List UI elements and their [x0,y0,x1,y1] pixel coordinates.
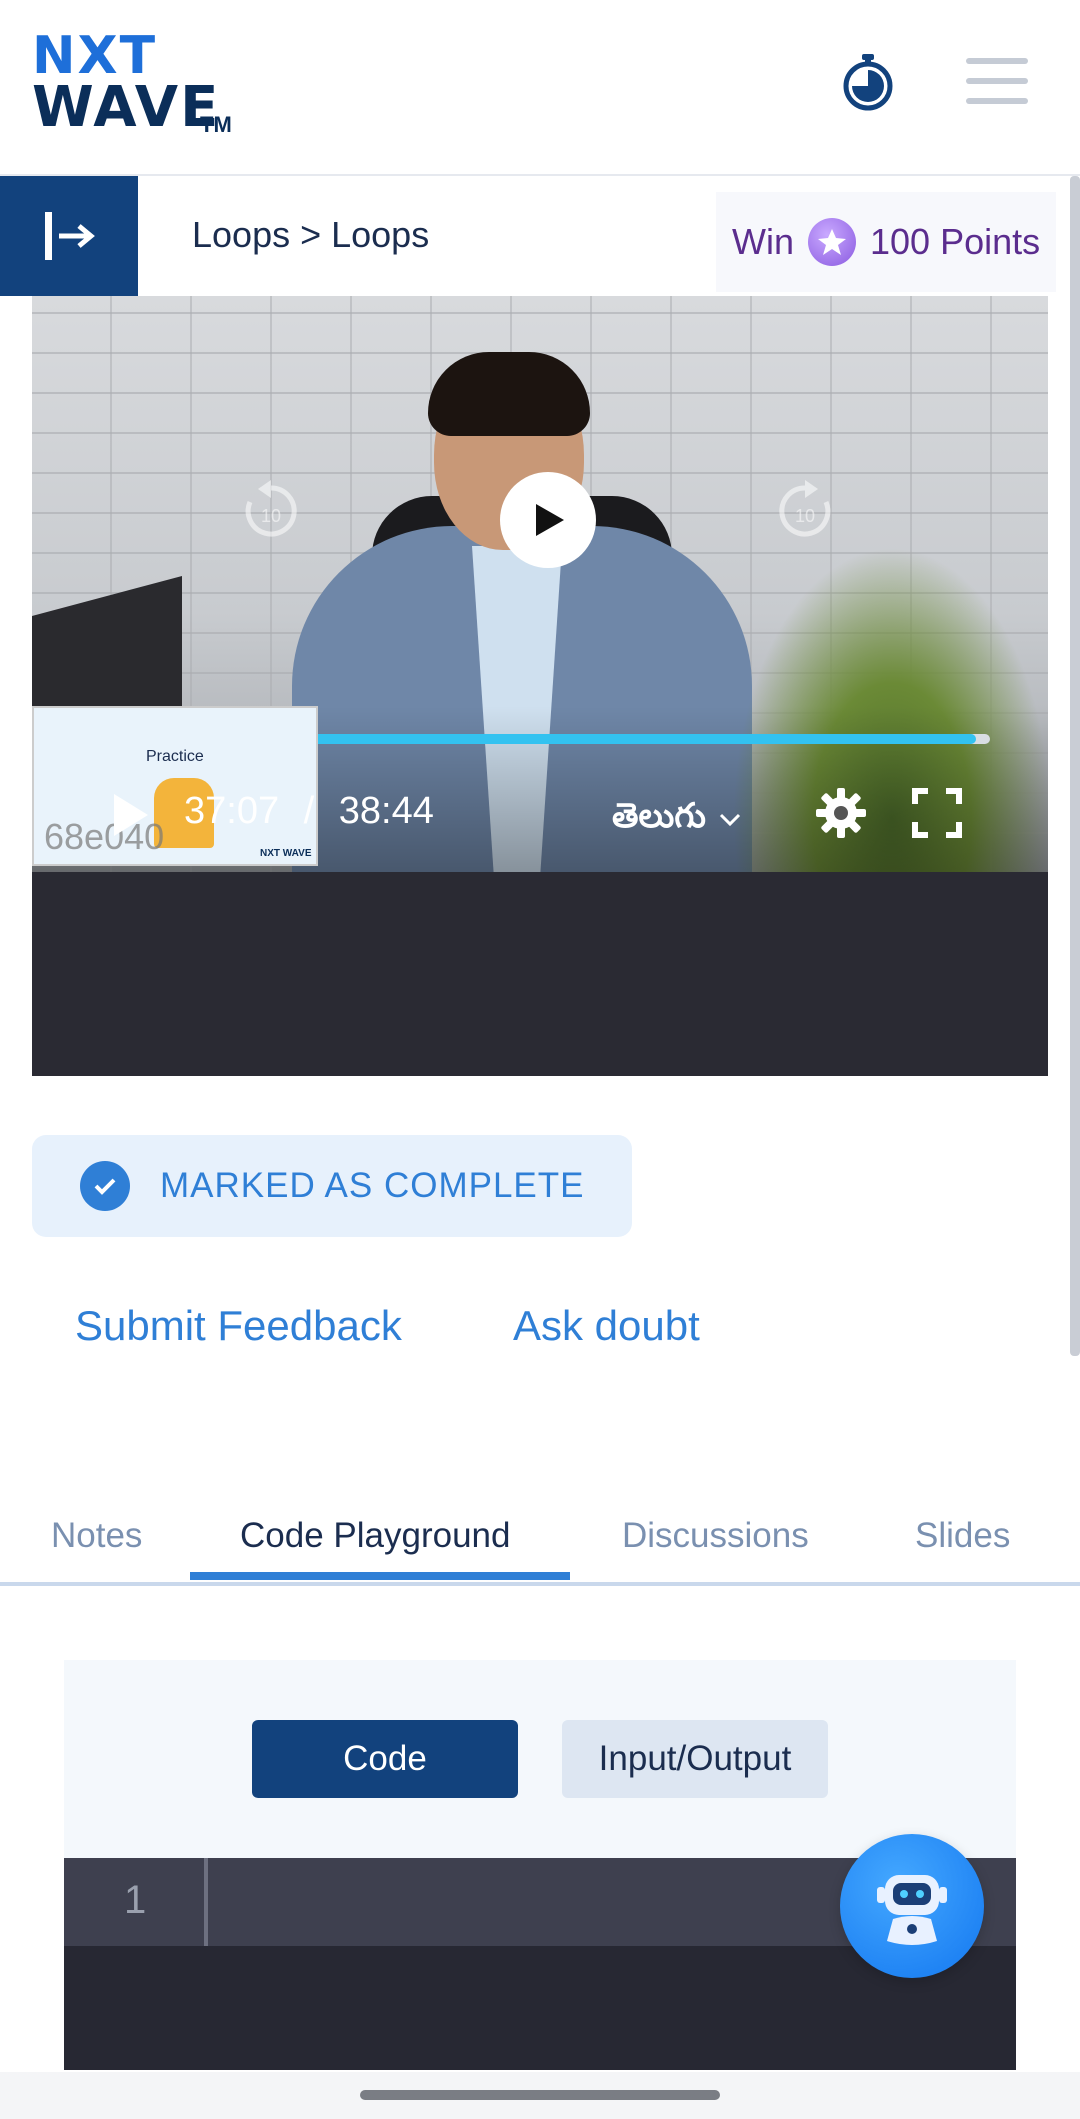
play-icon [536,504,564,536]
reward-points-badge: Win 100 Points [716,192,1056,292]
input-output-tab-button[interactable]: Input/Output [562,1720,828,1798]
check-circle-icon [80,1161,130,1211]
tab-discussions[interactable]: Discussions [622,1516,809,1556]
tab-slides[interactable]: Slides [915,1516,1010,1556]
breadcrumb: Loops > Loops [192,214,430,255]
language-selector[interactable]: తెలుగు [612,796,742,844]
code-tab-button[interactable]: Code [252,1720,518,1798]
stopwatch-icon[interactable] [838,52,898,112]
expand-sidebar-icon [45,212,95,260]
video-player[interactable]: 10 10 Practice NXT WAVE 68e040 37:07 / 3… [32,296,1048,1076]
chevron-down-icon [719,813,740,827]
app-header: NXT WAVE TM [0,0,1080,176]
language-label: తెలుగు [612,796,706,836]
gutter-divider [204,1858,208,1946]
thumbnail-logo: NXT WAVE [260,848,312,859]
time-separator: / [303,790,315,832]
robot-icon [877,1875,947,1945]
breadcrumb-bar: Loops > Loops Win 100 Points [0,176,1080,296]
marked-as-complete-button[interactable]: MARKED AS COMPLETE [32,1135,632,1237]
sidebar-toggle-button[interactable] [0,176,138,296]
points-label: 100 Points [870,221,1041,262]
video-time: 37:07 / 38:44 [184,790,434,833]
tab-code-playground[interactable]: Code Playground [240,1516,510,1556]
star-coin-icon [808,218,856,266]
play-icon[interactable] [110,792,150,838]
content-tabs: Notes Code Playground Discussions Slides [0,1496,1080,1586]
page-scrollbar[interactable] [1070,176,1080,1356]
logo-bottom-text: WAVE [32,75,221,140]
active-tab-indicator [190,1572,570,1580]
win-label: Win [732,221,794,262]
nxtwave-logo[interactable]: NXT WAVE TM [32,30,242,140]
big-play-button[interactable] [500,472,596,568]
logo-trademark: TM [200,112,232,137]
settings-gear-icon[interactable] [814,786,868,840]
complete-label: MARKED AS COMPLETE [160,1166,585,1205]
tab-notes[interactable]: Notes [51,1516,142,1556]
duration: 38:44 [338,790,434,832]
page: NXT WAVE TM Loops > Loops Win 100 Points… [0,0,1080,2119]
home-indicator[interactable] [360,2090,720,2100]
svg-text:10: 10 [261,506,281,526]
submit-feedback-link[interactable]: Submit Feedback [75,1302,402,1350]
thumbnail-caption: Practice [146,748,204,765]
current-time: 37:07 [184,790,280,832]
fullscreen-icon[interactable] [912,788,962,838]
ask-doubt-link[interactable]: Ask doubt [513,1302,700,1350]
chatbot-assistant-button[interactable] [840,1834,984,1978]
forward-10-icon[interactable]: 10 [772,478,838,544]
line-number: 1 [124,1878,147,1922]
hamburger-menu-icon[interactable] [966,58,1028,104]
rewind-10-icon[interactable]: 10 [238,478,304,544]
svg-text:10: 10 [795,506,815,526]
